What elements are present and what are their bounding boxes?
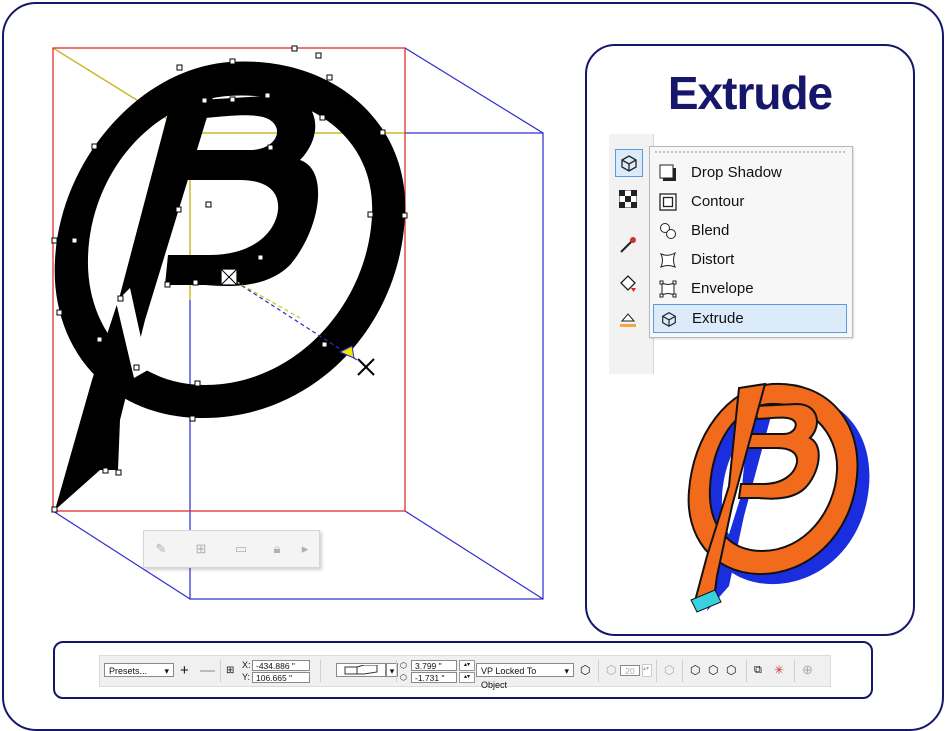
frame-icon[interactable]: ⊞ <box>188 538 214 560</box>
vanishing-point-fields: ⬡ 3.799 " ▴▾ ⬡ -1.731 " ▴▾ <box>400 659 475 683</box>
extrude-lighting-icon[interactable]: ⬡ <box>726 662 736 678</box>
depth-field-wrap: 20 ▴▾ <box>620 662 652 678</box>
x-label: X: <box>242 660 251 670</box>
menu-item-label: Blend <box>691 222 730 239</box>
menu-item-label: Contour <box>691 193 745 210</box>
rotation-icon[interactable]: ⬡ <box>664 662 674 678</box>
extrude-color-icon[interactable]: ⬡ <box>690 662 700 678</box>
menu-item-label: Envelope <box>691 280 754 297</box>
floating-toolbar: ✎ ⊞ ▭ 🔒︎ ▸ <box>143 530 320 568</box>
extrude-property-bar: Presets... ▾ + — ⊞ X: -434.886 " Y: 106.… <box>99 655 831 690</box>
depth-field[interactable]: 20 <box>620 664 640 676</box>
spinner-icon[interactable]: ▴▾ <box>459 659 475 671</box>
add-toolbar-item-icon[interactable]: ⊕ <box>802 662 813 678</box>
extrude-panel: Extrude Drop Shadow Contour Blend Distor… <box>585 44 915 636</box>
shape-icon[interactable]: ▭ <box>228 538 254 560</box>
blend-icon <box>657 220 679 242</box>
x-position-field[interactable]: -434.886 " <box>252 659 310 671</box>
clear-extrude-icon[interactable]: ✳ <box>774 662 784 678</box>
lock-icon[interactable]: 🔒︎ <box>264 538 290 560</box>
separator <box>794 660 795 682</box>
vp-x-field[interactable]: 3.799 " <box>411 659 457 671</box>
center-marker-icon[interactable] <box>220 268 238 286</box>
edit-icon[interactable]: ✎ <box>148 538 174 560</box>
fill-tool-icon[interactable] <box>615 270 641 296</box>
menu-item-distort[interactable]: Distort <box>653 246 847 273</box>
envelope-icon <box>657 278 679 300</box>
outline-tool-icon[interactable] <box>615 306 641 332</box>
panel-title: Extrude <box>667 67 833 119</box>
effects-flyout-menu: Drop Shadow Contour Blend Distort Envelo… <box>649 146 853 338</box>
spinner-icon[interactable]: ▴▾ <box>642 663 652 677</box>
flyout-grip <box>654 150 846 154</box>
extruded-logo-illustration <box>687 382 870 613</box>
y-label: Y: <box>242 672 251 682</box>
menu-item-label: Distort <box>691 251 735 268</box>
separator <box>220 660 221 682</box>
vp-x-icon: ⬡ <box>400 660 407 670</box>
extrude-icon <box>658 308 680 330</box>
copy-properties-icon[interactable]: ⧉ <box>754 662 762 678</box>
eyedropper-tool-icon[interactable] <box>615 232 641 258</box>
menu-item-extrude[interactable]: Extrude <box>653 304 847 333</box>
drop-shadow-icon <box>657 162 679 184</box>
separator <box>396 660 397 682</box>
separator <box>598 660 599 682</box>
toolbox-strip <box>609 134 654 374</box>
more-arrow-icon[interactable]: ▸ <box>296 538 314 560</box>
chevron-down-icon: ▾ <box>164 666 169 676</box>
menu-item-label: Drop Shadow <box>691 164 782 181</box>
spinner-icon[interactable]: ▴▾ <box>459 671 475 683</box>
vp-properties-icon[interactable]: ⬡ <box>580 662 590 678</box>
vp-y-field[interactable]: -1.731 " <box>411 671 457 683</box>
vanishing-point-x-icon[interactable] <box>357 358 375 376</box>
separator <box>746 660 747 682</box>
separator <box>682 660 683 682</box>
presets-dropdown[interactable]: Presets... ▾ <box>104 662 174 678</box>
menu-item-envelope[interactable]: Envelope <box>653 275 847 302</box>
separator <box>320 660 321 682</box>
position-icon: ⊞ <box>226 664 235 676</box>
vp-y-icon: ⬡ <box>400 672 407 682</box>
extrusion-type-dropdown[interactable]: ▾ <box>336 662 398 678</box>
contour-icon <box>657 191 679 213</box>
menu-item-blend[interactable]: Blend <box>653 217 847 244</box>
depth-icon: ⬡ <box>606 663 617 677</box>
transparency-tool-icon[interactable] <box>615 186 641 212</box>
remove-preset-button[interactable]: — <box>200 662 215 679</box>
extrude-tool-icon[interactable] <box>615 149 643 177</box>
distort-icon <box>657 249 679 271</box>
chevron-down-icon: ▾ <box>564 666 569 676</box>
menu-item-contour[interactable]: Contour <box>653 188 847 215</box>
property-bar-frame: Presets... ▾ + — ⊞ X: -434.886 " Y: 106.… <box>53 641 873 699</box>
separator <box>656 660 657 682</box>
position-fields: X: -434.886 " Y: 106.665 " <box>242 659 310 683</box>
menu-item-drop-shadow[interactable]: Drop Shadow <box>653 159 847 186</box>
vp-lock-label: VP Locked To Object <box>481 666 537 690</box>
y-position-field[interactable]: 106.665 " <box>252 671 310 683</box>
extrude-bevel-icon[interactable]: ⬡ <box>708 662 718 678</box>
add-preset-button[interactable]: + <box>180 662 189 679</box>
menu-item-label: Extrude <box>692 310 744 327</box>
vp-lock-dropdown[interactable]: VP Locked To Object ▾ <box>476 662 574 690</box>
logo-object[interactable] <box>54 61 406 510</box>
presets-label: Presets... <box>109 666 148 676</box>
